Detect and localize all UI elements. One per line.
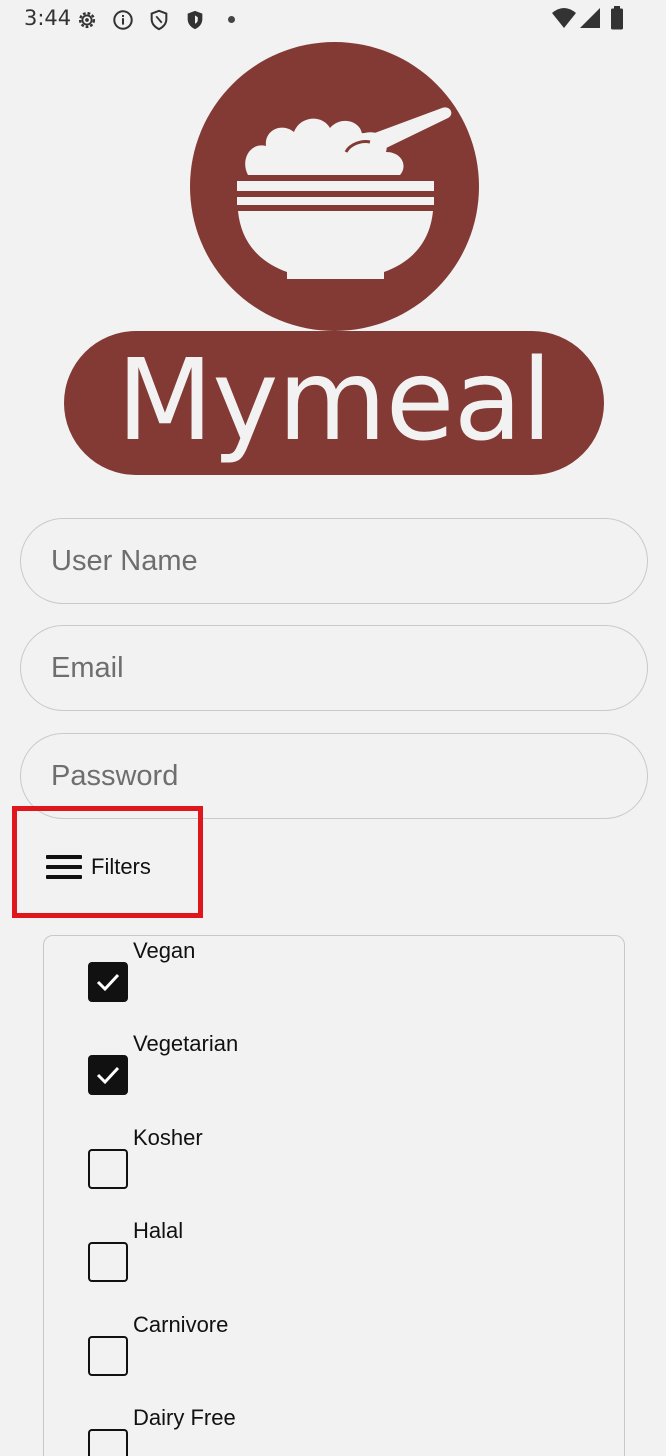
checkbox-kosher[interactable] <box>88 1149 128 1189</box>
filter-option-label: Vegan <box>133 938 196 963</box>
wifi-icon <box>552 8 576 28</box>
filter-option-label: Halal <box>133 1218 184 1243</box>
filter-option-vegan[interactable]: Vegan <box>88 938 195 1002</box>
filter-option-label: Kosher <box>133 1125 203 1150</box>
rice-bowl-logo-icon <box>190 42 479 331</box>
filters-button[interactable]: Filters <box>45 845 151 889</box>
email-input[interactable] <box>21 626 647 710</box>
username-field[interactable] <box>20 518 648 604</box>
checkbox-carnivore[interactable] <box>88 1336 128 1376</box>
password-field[interactable] <box>20 733 648 819</box>
filter-option-label: Dairy Free <box>133 1405 236 1430</box>
email-field[interactable] <box>20 625 648 711</box>
password-input[interactable] <box>21 734 647 818</box>
checkmark-icon <box>96 973 120 992</box>
status-bar: 3:44 <box>0 0 666 38</box>
app-logo-wordmark: Mymeal <box>64 331 604 475</box>
checkbox-vegetarian[interactable] <box>88 1055 128 1095</box>
filter-option-label: Carnivore <box>133 1312 229 1337</box>
filter-option-dairy-free[interactable]: Dairy Free <box>88 1405 236 1456</box>
username-input[interactable] <box>21 519 647 603</box>
checkbox-vegan[interactable] <box>88 962 128 1002</box>
filters-panel: Vegan Vegetarian Kosher Halal Carnivore … <box>43 935 625 1456</box>
checkbox-dairy-free[interactable] <box>88 1429 128 1456</box>
shield-filled-icon <box>187 10 203 30</box>
filter-option-halal[interactable]: Halal <box>88 1218 183 1282</box>
checkbox-halal[interactable] <box>88 1242 128 1282</box>
filter-option-vegetarian[interactable]: Vegetarian <box>88 1031 238 1095</box>
shield-icon <box>150 9 168 31</box>
menu-icon <box>46 855 82 879</box>
notification-dot-icon <box>228 16 235 23</box>
filters-label: Filters <box>91 854 151 879</box>
status-time: 3:44 <box>24 6 72 30</box>
signal-icon <box>580 8 600 28</box>
filter-option-label: Vegetarian <box>133 1031 239 1056</box>
checkmark-icon <box>96 1066 120 1085</box>
battery-icon <box>611 6 623 30</box>
settings-icon <box>78 11 96 29</box>
filter-option-kosher[interactable]: Kosher <box>88 1125 203 1189</box>
info-icon <box>113 10 133 30</box>
filter-option-carnivore[interactable]: Carnivore <box>88 1312 228 1376</box>
